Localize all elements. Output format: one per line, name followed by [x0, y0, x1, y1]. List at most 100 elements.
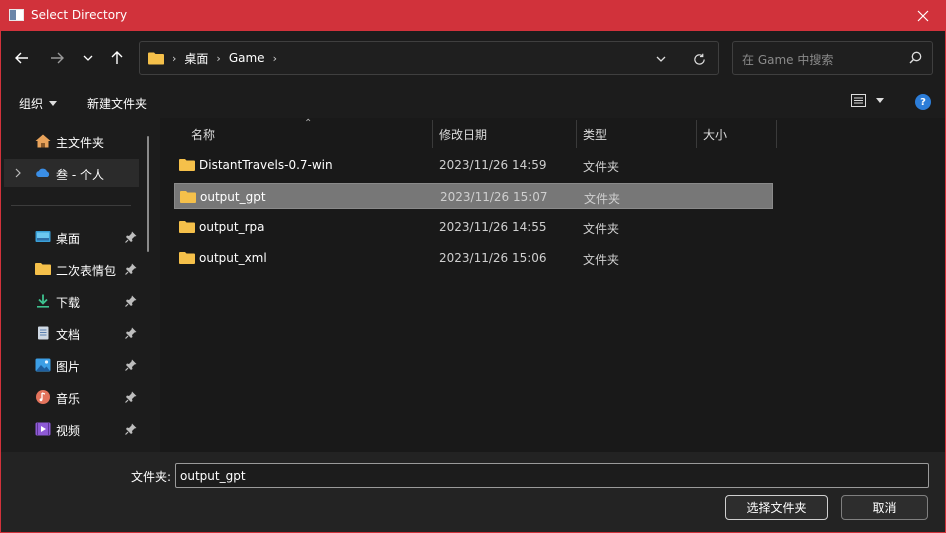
arrow-right-icon: [51, 52, 64, 64]
file-name: output_rpa: [199, 220, 265, 234]
sort-ascending-icon: ⌃: [304, 118, 313, 129]
recent-locations-button[interactable]: [75, 47, 101, 69]
sidebar-item-label: 文档: [56, 328, 81, 342]
pin-icon: [125, 231, 137, 243]
column-header-name[interactable]: 名称: [191, 120, 215, 148]
sidebar-scrollbar[interactable]: [147, 136, 149, 252]
sidebar-item-label: 叁 - 个人: [56, 168, 104, 182]
pictures-icon: [35, 358, 51, 372]
sidebar-item-label: 主文件夹: [56, 136, 105, 150]
help-button[interactable]: ?: [915, 94, 931, 110]
organize-label: 组织: [19, 97, 44, 111]
file-type: 文件夹: [583, 160, 620, 174]
refresh-icon: [693, 53, 705, 65]
sidebar-item-pictures[interactable]: 图片: [1, 351, 139, 379]
file-row[interactable]: output_xml 2023/11/26 15:06 文件夹: [174, 245, 773, 271]
music-icon: [36, 390, 50, 404]
cancel-button[interactable]: 取消: [841, 495, 928, 520]
breadcrumb-separator: ›: [172, 51, 177, 65]
folder-icon: [179, 221, 195, 233]
file-row[interactable]: output_rpa 2023/11/26 14:55 文件夹: [174, 214, 773, 240]
dialog-footer: 文件夹: 选择文件夹 取消: [1, 452, 945, 532]
breadcrumb-game[interactable]: Game: [229, 51, 265, 65]
breadcrumb-desktop[interactable]: 桌面: [184, 50, 208, 67]
sidebar-item-videos[interactable]: 视频: [1, 415, 139, 443]
refresh-button[interactable]: [688, 50, 710, 68]
folder-icon: [148, 52, 164, 64]
file-date: 2023/11/26 14:59: [439, 158, 547, 172]
column-header-size[interactable]: 大小: [703, 120, 727, 148]
caret-down-icon: [49, 101, 58, 106]
sidebar-item-home[interactable]: 主文件夹: [1, 127, 139, 155]
home-icon: [35, 134, 51, 148]
sidebar-item-label: 视频: [56, 424, 81, 438]
file-date: 2023/11/26 15:06: [439, 251, 547, 265]
forward-button[interactable]: [44, 47, 70, 69]
folder-name-input[interactable]: [175, 463, 929, 488]
title-bar: Select Directory: [0, 0, 946, 31]
file-type: 文件夹: [584, 192, 621, 206]
organize-menu-button[interactable]: 组织: [19, 95, 58, 112]
sidebar-item-label: 二次表情包: [56, 264, 117, 278]
download-icon: [37, 294, 49, 308]
sidebar-item-label: 音乐: [56, 392, 81, 406]
folder-icon: [179, 159, 195, 171]
search-icon: [909, 51, 922, 64]
pin-icon: [125, 359, 137, 371]
document-icon: [38, 326, 49, 340]
sidebar-item-downloads[interactable]: 下载: [1, 287, 139, 315]
sidebar-item-desktop[interactable]: 桌面: [1, 223, 139, 251]
pin-icon: [125, 327, 137, 339]
breadcrumb-separator: ›: [272, 51, 277, 65]
arrow-up-icon: [111, 51, 123, 64]
sidebar-item-label: 桌面: [56, 232, 81, 246]
address-history-button[interactable]: [650, 51, 672, 67]
app-icon: [9, 9, 24, 21]
file-row[interactable]: DistantTravels-0.7-win 2023/11/26 14:59 …: [174, 152, 773, 178]
navigation-pane: 主文件夹 叁 - 个人 桌面 二次表情包 下载 文档 图片 音乐 视频: [1, 118, 160, 452]
new-folder-button[interactable]: 新建文件夹: [87, 95, 147, 112]
column-divider[interactable]: [576, 120, 577, 148]
details-view-icon: [851, 94, 866, 107]
file-date: 2023/11/26 15:07: [440, 190, 548, 204]
sidebar-item-documents[interactable]: 文档: [1, 319, 139, 347]
address-bar[interactable]: › 桌面 › Game ›: [139, 41, 719, 75]
sidebar-item-label: 下载: [56, 296, 81, 310]
desktop-icon: [35, 231, 51, 242]
arrow-left-icon: [15, 52, 28, 64]
column-divider[interactable]: [696, 120, 697, 148]
sidebar-item-onedrive[interactable]: 叁 - 个人: [4, 159, 139, 187]
search-placeholder: 在 Game 中搜索: [742, 53, 834, 67]
column-header-date[interactable]: 修改日期: [439, 120, 487, 148]
pin-icon: [125, 263, 137, 275]
up-button[interactable]: [104, 47, 130, 69]
file-type: 文件夹: [583, 253, 620, 267]
back-button[interactable]: [9, 47, 35, 69]
file-name: output_xml: [199, 251, 267, 265]
select-folder-button[interactable]: 选择文件夹: [725, 495, 828, 520]
folder-icon: [180, 191, 196, 203]
search-box[interactable]: 在 Game 中搜索: [732, 41, 933, 75]
file-row-selected[interactable]: output_gpt 2023/11/26 15:07 文件夹: [174, 183, 773, 209]
sidebar-item-emoji-folder[interactable]: 二次表情包: [1, 255, 139, 283]
video-icon: [35, 422, 51, 436]
column-divider[interactable]: [432, 120, 433, 148]
file-name: output_gpt: [200, 190, 266, 204]
column-divider[interactable]: [776, 120, 777, 148]
close-button[interactable]: [900, 0, 946, 31]
sidebar-item-music[interactable]: 音乐: [1, 383, 139, 411]
file-type: 文件夹: [583, 222, 620, 236]
folder-icon: [179, 252, 195, 264]
caret-down-icon: [876, 98, 884, 103]
pin-icon: [125, 391, 137, 403]
chevron-down-icon: [83, 55, 93, 61]
pin-icon: [125, 423, 137, 435]
view-options-button[interactable]: [851, 94, 884, 107]
navigation-bar: › 桌面 › Game › 在 Game 中搜索: [1, 31, 945, 86]
column-header-type[interactable]: 类型: [583, 120, 607, 148]
file-date: 2023/11/26 14:55: [439, 220, 547, 234]
file-list: ⌃ 名称 修改日期 类型 大小 DistantTravels-0.7-win 2…: [160, 118, 945, 452]
file-name: DistantTravels-0.7-win: [199, 158, 333, 172]
pin-icon: [125, 295, 137, 307]
folder-field-label: 文件夹:: [131, 470, 172, 484]
